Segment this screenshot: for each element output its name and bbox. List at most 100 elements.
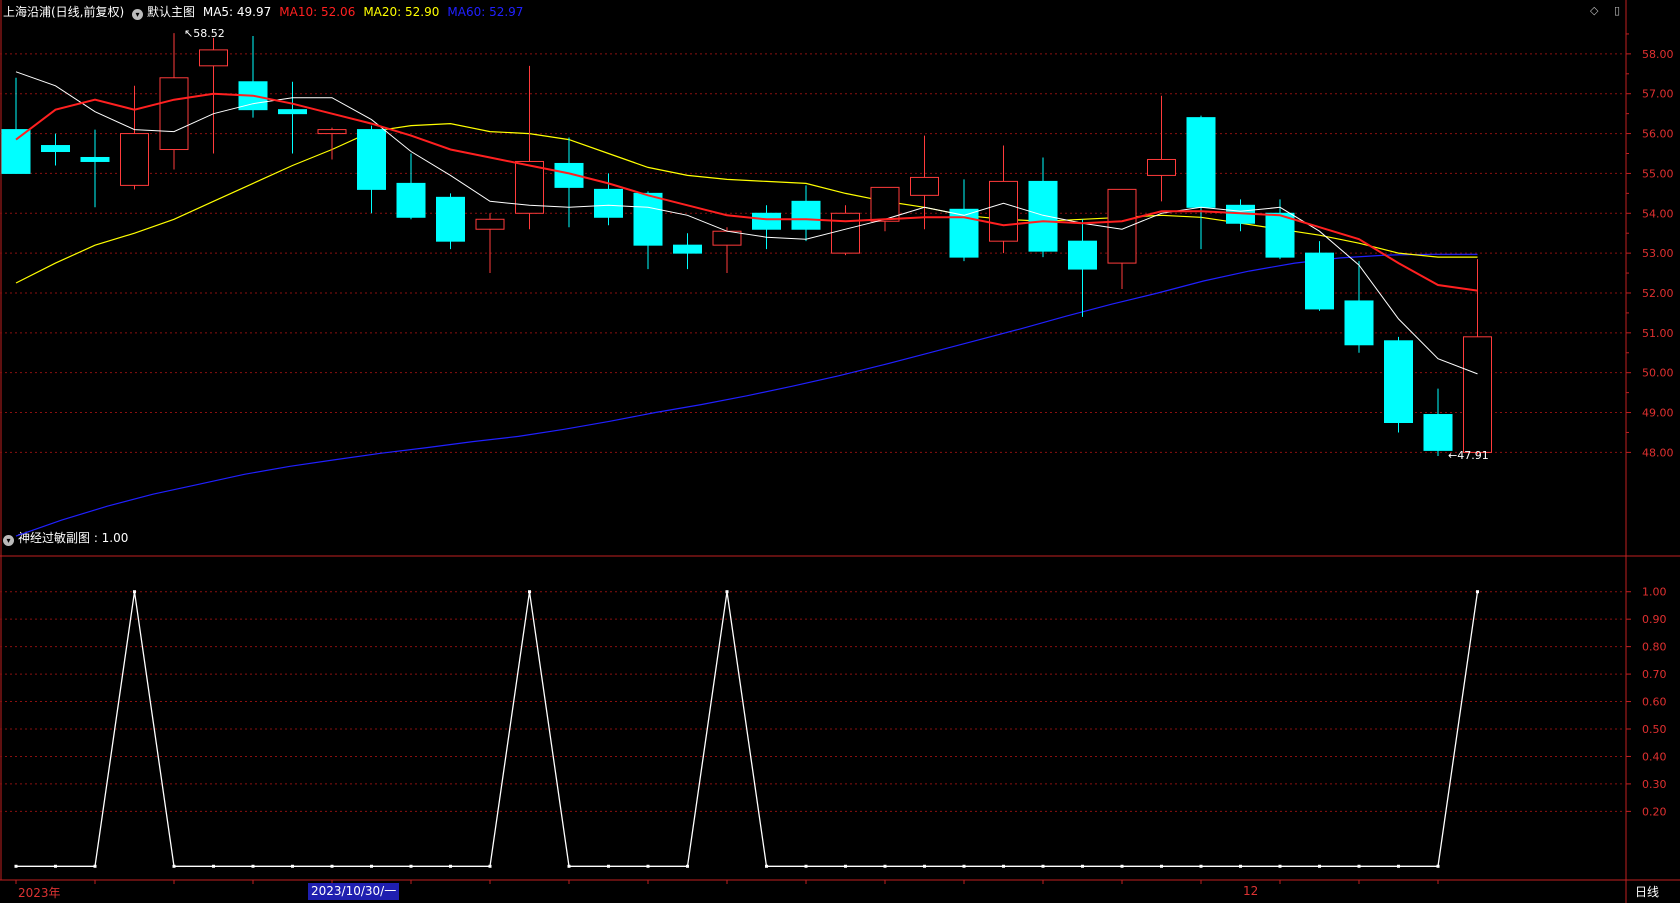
candle-body-21	[831, 212, 860, 254]
sub-tick-label-2: 0.40	[1642, 750, 1667, 763]
x-axis-year-label: 2023年	[18, 886, 61, 900]
sub-indicator-point-36	[1436, 864, 1440, 868]
sub-indicator-point-11	[449, 864, 452, 868]
candle-body-17	[673, 244, 702, 254]
main-tick-label-7: 55.00	[1642, 167, 1674, 180]
main-tick-label-3: 51.00	[1642, 327, 1674, 340]
candle-body-9	[357, 129, 386, 190]
candle-body-33	[1305, 252, 1334, 310]
sub-indicator-point-32	[1278, 864, 1282, 868]
sub-indicator-point-12	[488, 864, 492, 868]
ma20-line	[15, 122, 1478, 284]
ma60-line	[15, 253, 1478, 537]
sub-indicator-point-3	[133, 590, 136, 594]
candle-body-30	[1186, 117, 1216, 208]
ma5-line	[15, 71, 1478, 375]
sub-indicator-point-10	[409, 864, 413, 868]
sub-indicator-point-34	[1357, 864, 1361, 868]
candle-body-26	[1028, 180, 1058, 252]
sub-indicator-point-21	[844, 864, 847, 868]
sub-indicator-point-17	[686, 864, 689, 868]
sub-tick-label-8: 1.00	[1642, 586, 1667, 599]
candle-body-11	[436, 196, 465, 242]
sub-tick-label-6: 0.80	[1642, 641, 1667, 654]
sub-tick-label-4: 0.60	[1642, 696, 1667, 709]
price-annotation-0: ↖58.52	[184, 27, 225, 40]
sub-indicator-point-8	[330, 864, 334, 868]
candle-body-3	[120, 133, 149, 186]
sub-tick-label-7: 0.90	[1642, 613, 1667, 626]
main-tick-label-2: 50.00	[1642, 367, 1674, 380]
candle-body-25	[989, 180, 1018, 242]
sub-indicator-point-1	[54, 864, 57, 868]
candle-body-36	[1423, 414, 1453, 451]
candle-body-5	[199, 49, 228, 67]
main-tick-label-1: 49.00	[1642, 407, 1674, 420]
sub-indicator-point-29	[1160, 864, 1163, 868]
sub-indicator-point-16	[646, 864, 650, 868]
sub-indicator-point-31	[1239, 864, 1242, 868]
candle-body-37	[1463, 336, 1492, 453]
sub-indicator-point-7	[291, 864, 294, 868]
sub-indicator-point-30	[1199, 864, 1203, 868]
main-tick-label-8: 56.00	[1642, 128, 1674, 141]
sub-indicator-point-14	[567, 864, 571, 868]
price-annotation-1: ←47.91	[1448, 449, 1489, 462]
candle-body-23	[910, 176, 939, 196]
candle-body-12	[475, 218, 505, 230]
sub-indicator-point-4	[172, 864, 176, 868]
sub-indicator-point-15	[607, 864, 610, 868]
candle-body-2	[80, 156, 110, 162]
sub-indicator-point-23	[923, 864, 926, 868]
candle-body-34	[1344, 300, 1374, 346]
ma10-line	[15, 92, 1478, 292]
sub-tick-label-3: 0.50	[1642, 723, 1667, 736]
sub-indicator-point-2	[93, 864, 97, 868]
sub-indicator-point-28	[1120, 864, 1124, 868]
sub-indicator-point-5	[212, 864, 215, 868]
candle-body-10	[396, 182, 426, 218]
main-tick-label-9: 57.00	[1642, 88, 1674, 101]
sub-indicator-point-19	[765, 864, 768, 868]
sub-indicator-point-20	[804, 864, 808, 868]
main-tick-label-0: 48.00	[1642, 446, 1674, 459]
main-tick-label-5: 53.00	[1642, 247, 1674, 260]
candle-body-1	[41, 145, 70, 153]
sub-indicator-point-26	[1041, 864, 1045, 868]
sub-indicator-point-0	[14, 864, 18, 868]
main-tick-label-10: 58.00	[1642, 48, 1674, 61]
kline-chart[interactable]: 48.00 49.00 50.00 51.00 52.00 53.00 54.00 55.00…	[0, 0, 1680, 903]
candle-body-19	[752, 212, 781, 230]
candle-body-7	[278, 109, 307, 115]
candle-body-16	[633, 192, 663, 246]
candle-body-32	[1265, 212, 1295, 258]
sub-indicator-point-37	[1476, 590, 1479, 594]
period-button[interactable]: 日线	[1635, 883, 1659, 900]
sub-indicator-point-22	[883, 864, 887, 868]
sub-tick-label-1: 0.30	[1642, 778, 1667, 791]
candle-body-29	[1147, 158, 1176, 176]
candle-body-35	[1384, 340, 1413, 423]
sub-indicator-point-35	[1397, 864, 1400, 868]
sub-tick-label-5: 0.70	[1642, 668, 1667, 681]
sub-indicator-point-18	[725, 590, 729, 594]
sub-indicator-point-13	[528, 590, 531, 594]
candle-body-15	[594, 188, 623, 218]
sub-indicator-point-9	[370, 864, 373, 868]
sub-indicator-point-27	[1081, 864, 1084, 868]
candle-body-0	[1, 129, 31, 174]
candle-body-8	[317, 129, 347, 135]
x-axis-cursor-date: 2023/10/30/一	[308, 883, 400, 900]
candle-body-20	[791, 200, 821, 230]
candle-body-28	[1107, 188, 1137, 264]
sub-indicator-point-6	[251, 864, 255, 868]
sub-indicator-point-24	[962, 864, 966, 868]
sub-indicator-point-33	[1318, 864, 1321, 868]
candle-body-18	[712, 230, 742, 246]
x-axis-month-label: 12	[1243, 884, 1259, 898]
sub-tick-label-0: 0.20	[1642, 805, 1667, 818]
sub-indicator-point-25	[1002, 864, 1005, 868]
main-tick-label-6: 54.00	[1642, 207, 1674, 220]
main-tick-label-4: 52.00	[1642, 287, 1674, 300]
candle-body-4	[159, 77, 189, 151]
